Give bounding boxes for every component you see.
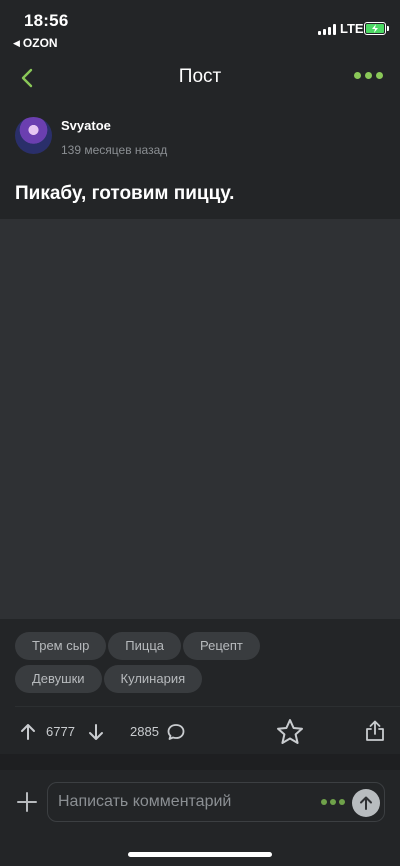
post-title: Пикабу, готовим пиццу. [15,183,235,204]
tag-item[interactable]: Девушки [15,665,102,693]
tag-item[interactable]: Пицца [108,632,182,660]
battery-icon [364,22,389,35]
page-title: Пост [178,66,222,87]
more-dots-icon[interactable] [321,799,345,805]
star-icon[interactable] [275,717,305,747]
author-name[interactable]: Svyatoe [61,118,111,133]
signal-icon [318,24,336,35]
comment-icon[interactable] [166,722,186,742]
tag-item[interactable]: Трем сыр [15,632,107,660]
post-time: 139 месяцев назад [61,143,168,157]
back-to-app-link[interactable]: ◀ OZON [13,36,58,50]
comment-input[interactable] [58,783,308,821]
network-type: LTE [340,21,364,36]
send-button[interactable] [352,789,380,817]
post-actions: 6777 2885 [0,710,400,754]
status-time: 18:56 [24,11,69,30]
back-app-label: OZON [22,36,58,50]
arrow-down-icon[interactable] [86,722,106,742]
divider [15,706,400,707]
arrow-up-icon [360,796,372,810]
home-indicator [128,852,272,857]
back-triangle-icon: ◀ [13,37,20,48]
rating-count: 6777 [46,724,75,739]
tag-item[interactable]: Кулинария [103,665,203,693]
top-navigation: Пост [0,52,400,102]
plus-icon[interactable] [16,791,38,813]
more-dots-icon[interactable] [354,72,383,79]
post-image-placeholder[interactable] [0,219,400,619]
post-author[interactable]: Svyatoe 139 месяцев назад [15,117,385,157]
avatar[interactable] [15,117,52,154]
status-bar: 18:56 ◀ OZON LTE [0,0,400,52]
share-icon[interactable] [363,719,387,743]
section-separator [0,754,400,770]
post-tags: Трем сыр Пицца Рецепт Девушки Кулинария [15,632,390,698]
tag-item[interactable]: Рецепт [183,632,260,660]
comment-field[interactable] [47,782,385,822]
comments-count[interactable]: 2885 [130,724,159,739]
arrow-up-icon[interactable] [18,722,38,742]
